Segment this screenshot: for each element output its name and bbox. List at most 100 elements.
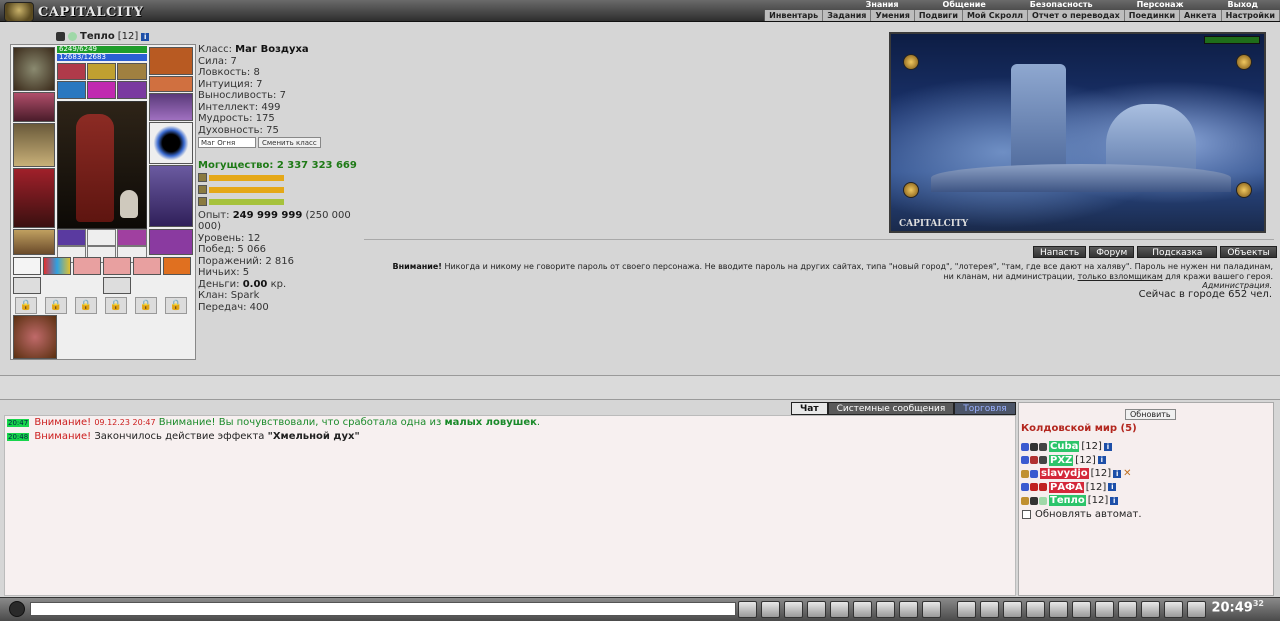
submenu-quests[interactable]: Задания [823, 10, 872, 21]
player-name[interactable]: slavydjo [1040, 468, 1089, 480]
potion-slot-3[interactable] [73, 257, 101, 275]
trade-icon[interactable] [876, 601, 895, 618]
gloves-slot[interactable] [149, 93, 193, 121]
armor-slot[interactable] [13, 168, 55, 228]
submenu-achievements[interactable]: Подвиги [915, 10, 963, 21]
rune-slot-3[interactable] [117, 63, 147, 80]
class-dropdown[interactable]: Маг Огня [198, 137, 256, 148]
info-icon[interactable]: i [1103, 442, 1112, 451]
logo[interactable]: CAPITALCITY [4, 2, 143, 22]
hint-button[interactable]: Подсказка [1137, 246, 1218, 258]
tab-system-messages[interactable]: Системные сообщения [827, 402, 955, 415]
shield-icon[interactable] [1095, 601, 1114, 618]
message-time[interactable]: 20:48 [7, 433, 30, 441]
eraser-icon[interactable] [761, 601, 780, 618]
submenu-inventory[interactable]: Инвентарь [765, 10, 824, 21]
submenu-duels[interactable]: Поединки [1125, 10, 1181, 21]
menu-security[interactable]: Безопасность [1008, 0, 1115, 10]
belt-slot[interactable] [13, 229, 55, 255]
attack-button[interactable]: Напасть [1033, 246, 1087, 258]
character-avatar[interactable] [57, 101, 147, 229]
lion-icon[interactable] [1026, 601, 1045, 618]
extra-slot-3[interactable] [117, 229, 147, 246]
submenu-transfer-report[interactable]: Отчет о переводах [1028, 10, 1125, 21]
map-icon[interactable] [1049, 601, 1068, 618]
menu-exit[interactable]: Выход [1206, 0, 1280, 10]
city-emblem-icon[interactable] [903, 182, 919, 198]
filter-icon[interactable] [784, 601, 803, 618]
info-icon[interactable]: i [141, 32, 150, 41]
info-icon[interactable]: i [1110, 496, 1119, 505]
ring-slots[interactable] [149, 76, 193, 92]
submenu-skills[interactable]: Умения [871, 10, 915, 21]
refresh-button[interactable]: Обновить [1125, 409, 1176, 420]
rune-slot-5[interactable] [87, 81, 116, 99]
translit-icon[interactable] [922, 601, 941, 618]
walk-icon[interactable] [830, 601, 849, 618]
potion-slot-2[interactable] [43, 257, 71, 275]
flag-icon[interactable] [1164, 601, 1183, 618]
flower-icon[interactable] [1141, 601, 1160, 618]
submenu-profile[interactable]: Анкета [1180, 10, 1222, 21]
potion-icon[interactable] [1003, 601, 1022, 618]
scroll-slot-2[interactable] [103, 277, 131, 294]
player-name[interactable]: Cuba [1049, 441, 1080, 453]
submenu-my-scroll[interactable]: Мой Скролл [963, 10, 1029, 21]
forum-button[interactable]: Форум [1089, 246, 1135, 258]
boots-slot[interactable] [149, 229, 193, 255]
extra-slot-1[interactable] [57, 229, 86, 246]
money-row: Деньги: 0.00 кр. [198, 279, 368, 291]
extra-slot-2[interactable] [87, 229, 116, 246]
info-icon[interactable]: i [1108, 483, 1117, 492]
heal-potion-slot[interactable] [13, 257, 41, 275]
tab-trade[interactable]: Торговля [954, 402, 1016, 415]
city-image[interactable]: CAPITALCITY [889, 32, 1266, 233]
player-name[interactable]: Тепло [1049, 495, 1086, 507]
helmet-slot[interactable] [13, 47, 55, 91]
chat-input[interactable] [30, 602, 736, 616]
send-icon[interactable] [738, 601, 757, 618]
sword-icon[interactable] [980, 601, 999, 618]
amulet-slot[interactable] [149, 47, 193, 75]
potion-slot-4[interactable] [103, 257, 131, 275]
player-row: РАФА [12] i [1021, 481, 1132, 495]
potion-slot-5[interactable] [133, 257, 161, 275]
menu-knowledge[interactable]: Знания [844, 0, 921, 10]
bracer-slot[interactable] [13, 92, 55, 122]
city-emblem-icon[interactable] [1236, 182, 1252, 198]
player-name[interactable]: PXZ [1049, 454, 1074, 466]
notice-link[interactable]: только взломщикам [1078, 272, 1163, 281]
objects-button[interactable]: Объекты [1220, 246, 1277, 258]
city-emblem-icon[interactable] [903, 54, 919, 70]
change-class-button[interactable]: Сменить класс [258, 137, 321, 148]
save-icon[interactable] [807, 601, 826, 618]
battle-icon[interactable] [853, 601, 872, 618]
message-time[interactable]: 20:47 [7, 419, 30, 427]
pet-slot[interactable] [13, 315, 57, 359]
info-icon[interactable]: i [1097, 456, 1106, 465]
smiley-icon[interactable] [899, 601, 918, 618]
menu-character[interactable]: Персонаж [1115, 0, 1206, 10]
auto-refresh-checkbox[interactable] [1022, 510, 1031, 519]
fire-icon[interactable] [957, 601, 976, 618]
player-name[interactable]: РАФА [1049, 481, 1084, 493]
lock-icon: 🔒 [135, 297, 157, 314]
rune-slot-4[interactable] [57, 81, 86, 99]
submenu-settings[interactable]: Настройки [1222, 10, 1280, 21]
rune-slot-1[interactable] [57, 63, 86, 80]
city-emblem-icon[interactable] [1236, 54, 1252, 70]
rune-slot-6[interactable] [117, 81, 147, 99]
potion-slot-6[interactable] [163, 257, 191, 275]
chat-mode-icon[interactable] [9, 601, 25, 617]
bottle-icon[interactable] [1187, 601, 1206, 618]
scroll-slot-1[interactable] [13, 277, 41, 294]
tab-chat[interactable]: Чат [791, 402, 828, 415]
rune-slot-2[interactable] [87, 63, 116, 80]
hand-icon[interactable] [1118, 601, 1137, 618]
wolf-icon[interactable] [1072, 601, 1091, 618]
shield-slot[interactable] [149, 122, 193, 164]
info-icon[interactable]: i [1113, 469, 1122, 478]
legs-slot[interactable] [149, 165, 193, 227]
weapon-slot[interactable] [13, 123, 55, 167]
menu-communication[interactable]: Общение [921, 0, 1008, 10]
